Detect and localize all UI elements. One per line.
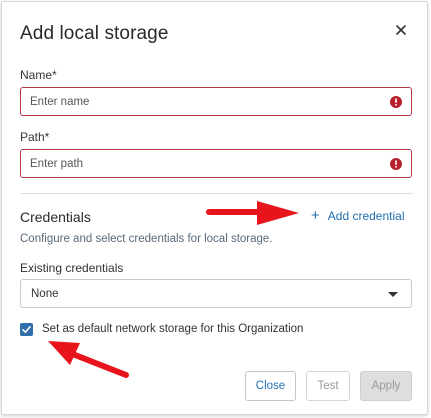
section-divider [20, 193, 413, 194]
chevron-down-icon [388, 292, 398, 297]
error-icon [390, 96, 402, 108]
name-input[interactable] [30, 94, 370, 109]
default-storage-checkbox[interactable] [20, 323, 33, 336]
close-button[interactable]: Close [245, 371, 296, 401]
existing-credentials-select[interactable]: None [20, 279, 412, 308]
test-button[interactable]: Test [306, 371, 350, 401]
checkmark-icon [22, 326, 31, 333]
annotation-arrow-default-checkbox [48, 341, 129, 378]
add-credential-label: Add credential [327, 209, 405, 223]
path-label: Path* [20, 130, 50, 144]
apply-button[interactable]: Apply [360, 371, 412, 401]
annotation-arrow-add-credential [206, 201, 299, 225]
existing-credentials-label: Existing credentials [20, 261, 124, 275]
selected-credential: None [31, 288, 59, 300]
path-field[interactable] [20, 149, 412, 178]
plus-icon: + [311, 207, 320, 224]
credentials-description: Configure and select credentials for loc… [20, 233, 273, 245]
name-label: Name* [20, 68, 57, 82]
default-storage-label: Set as default network storage for this … [42, 323, 304, 335]
error-icon [390, 158, 402, 170]
add-credential-button[interactable]: + Add credential [311, 207, 405, 224]
name-field[interactable] [20, 87, 412, 116]
path-input[interactable] [30, 156, 370, 171]
dialog-title: Add local storage [20, 23, 169, 44]
credentials-title: Credentials [20, 209, 91, 225]
close-icon[interactable] [393, 22, 409, 38]
